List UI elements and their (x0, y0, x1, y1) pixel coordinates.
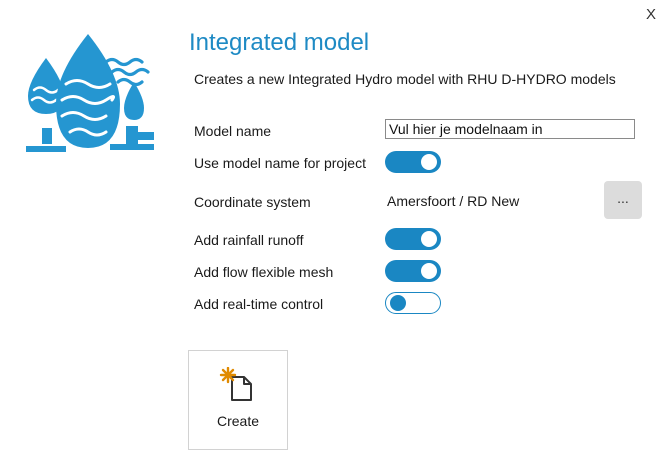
page-title: Integrated model (189, 29, 370, 56)
coordinate-system-value: Amersfoort / RD New (387, 193, 520, 209)
use-model-name-label: Use model name for project (194, 155, 366, 171)
rainfall-runoff-toggle[interactable] (385, 228, 441, 250)
close-button[interactable]: X (646, 6, 656, 23)
coordinate-system-label: Coordinate system (194, 194, 311, 210)
new-document-icon (219, 367, 252, 401)
flow-mesh-label: Add flow flexible mesh (194, 264, 334, 280)
toggle-knob (421, 154, 437, 170)
create-button[interactable]: Create (188, 350, 288, 450)
toggle-knob (421, 263, 437, 279)
create-button-label: Create (216, 413, 260, 429)
toggle-knob (421, 231, 437, 247)
model-name-label: Model name (194, 123, 272, 139)
page-subtitle: Creates a new Integrated Hydro model wit… (194, 71, 616, 87)
rtc-toggle[interactable] (385, 292, 441, 314)
toggle-knob (390, 295, 406, 311)
flow-mesh-toggle[interactable] (385, 260, 441, 282)
use-model-name-toggle[interactable] (385, 151, 441, 173)
model-name-input[interactable] (385, 119, 635, 139)
rtc-label: Add real-time control (194, 296, 324, 312)
rainfall-runoff-label: Add rainfall runoff (194, 232, 304, 248)
coordinate-system-browse-button[interactable]: ... (604, 181, 642, 219)
hydro-logo-icon (26, 34, 154, 152)
